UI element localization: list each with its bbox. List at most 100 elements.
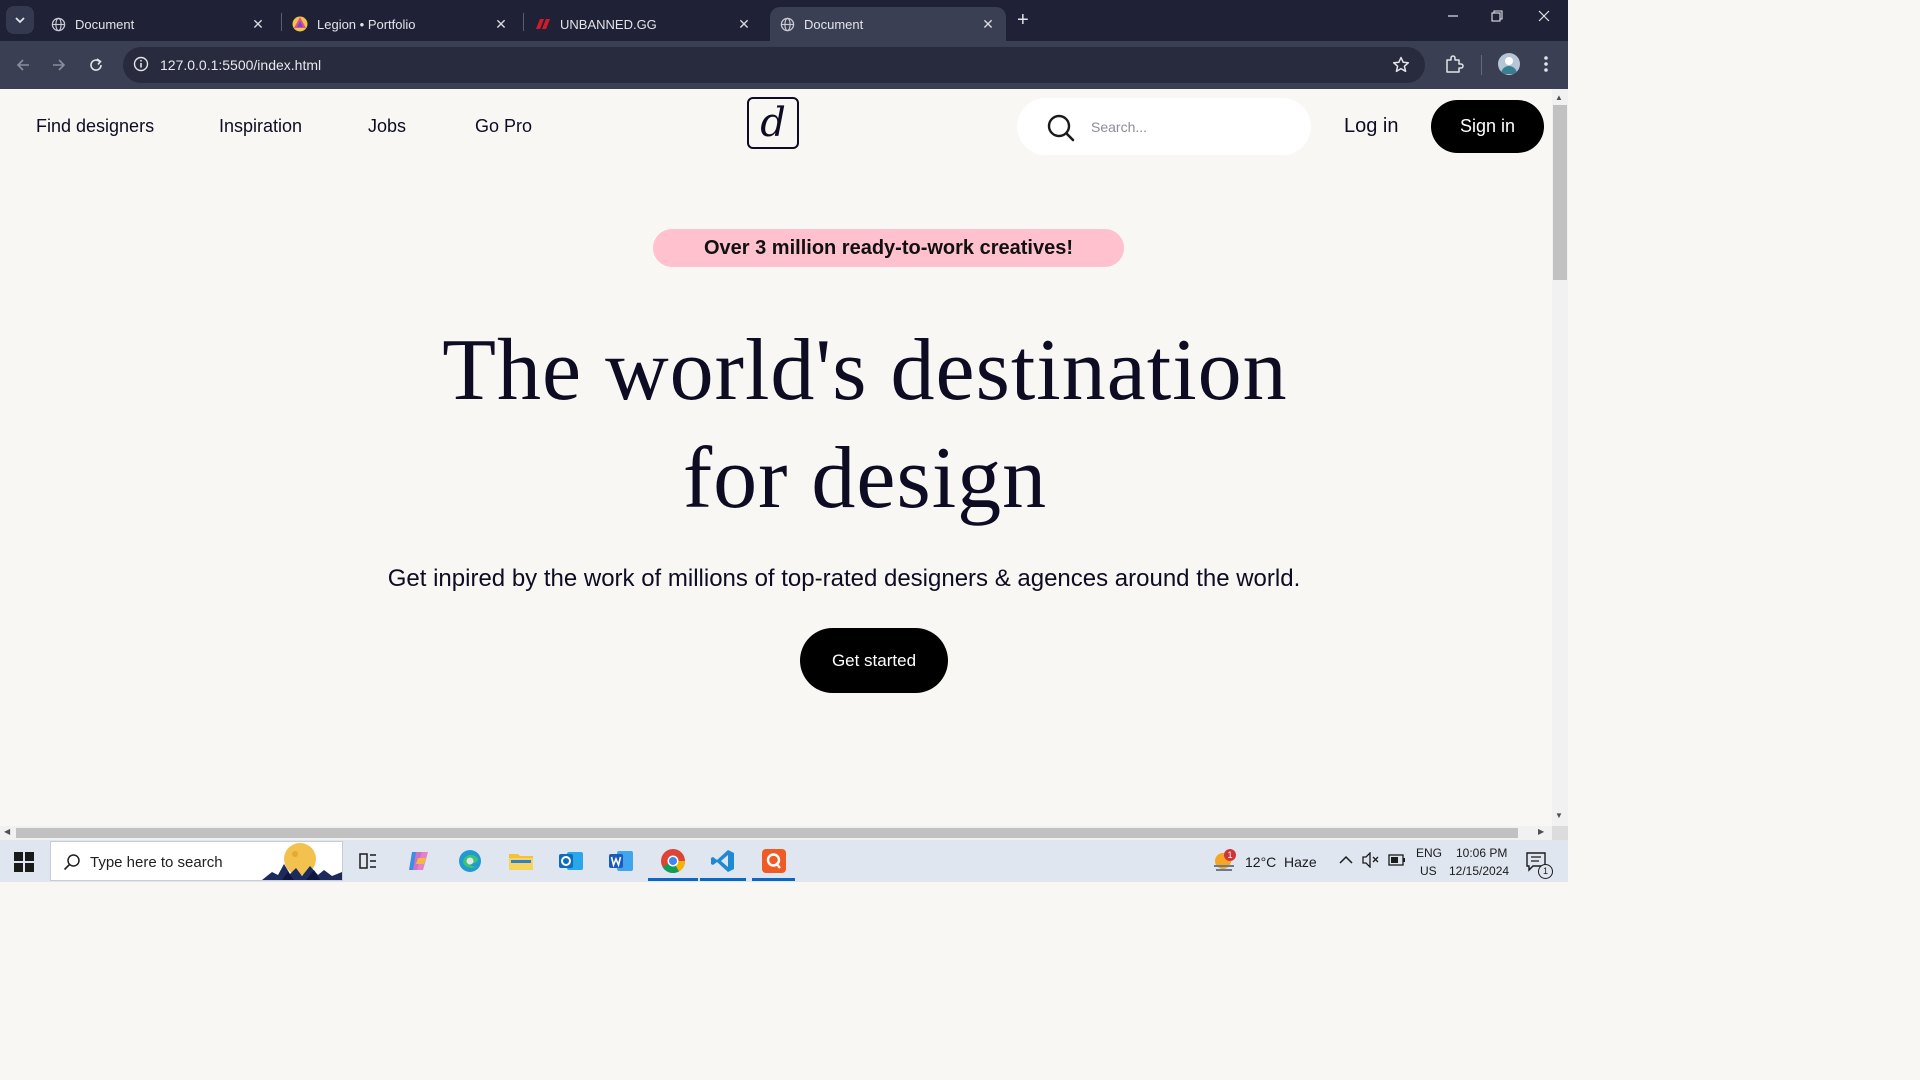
site-logo[interactable]: d [747, 97, 799, 149]
file-explorer-button[interactable] [508, 848, 534, 874]
nav-inspiration[interactable]: Inspiration [219, 116, 302, 137]
horizontal-scrollbar[interactable]: ◀ ▶ [0, 826, 1552, 840]
vertical-scroll-thumb[interactable] [1553, 105, 1567, 280]
hero-headline-line-1: The world's destination [442, 322, 1288, 419]
language-code[interactable]: ENG [1416, 846, 1442, 860]
scroll-down-arrow-icon[interactable]: ▼ [1555, 811, 1563, 820]
chrome-button[interactable] [660, 848, 686, 874]
login-link[interactable]: Log in [1344, 115, 1399, 138]
site-info-icon[interactable] [133, 56, 149, 72]
close-tab-icon[interactable]: ✕ [736, 16, 752, 32]
address-bar[interactable]: 127.0.0.1:5500/index.html [123, 47, 1425, 83]
clock-date[interactable]: 12/15/2024 [1449, 864, 1509, 878]
outlook-icon [559, 852, 583, 870]
close-tab-icon[interactable]: ✕ [980, 16, 996, 32]
notification-count-badge: 1 [1538, 864, 1553, 879]
close-window-button[interactable] [1532, 9, 1556, 27]
arrow-right-icon [53, 59, 66, 71]
back-button[interactable] [12, 54, 34, 76]
task-view-button[interactable] [355, 848, 381, 874]
search-highlight-illustration [262, 843, 342, 880]
tab-title: Document [804, 16, 864, 32]
q-app-icon [762, 849, 786, 873]
search-icon [1047, 114, 1075, 142]
restore-icon [1491, 10, 1503, 22]
bookmark-star-icon[interactable] [1391, 55, 1411, 75]
vscode-button[interactable] [710, 848, 736, 874]
chrome-active-indicator [648, 878, 698, 881]
scroll-left-arrow-icon[interactable]: ◀ [4, 827, 10, 836]
vertical-scrollbar[interactable]: ▲ ▼ [1552, 89, 1568, 826]
clock-time[interactable]: 10:06 PM [1456, 846, 1507, 860]
close-tab-icon[interactable]: ✕ [250, 16, 266, 32]
more-menu-icon[interactable] [1538, 53, 1554, 75]
unbanned-logo-icon [535, 16, 551, 32]
windows-taskbar: Type here to search 1 12°C Haze ENG US 1… [0, 840, 1568, 882]
weather-description[interactable]: Haze [1284, 854, 1317, 870]
search-input[interactable] [1089, 114, 1293, 140]
close-tab-icon[interactable]: ✕ [493, 16, 509, 32]
nav-go-pro[interactable]: Go Pro [475, 116, 532, 137]
scrollbar-corner [1552, 826, 1568, 840]
tab-separator [281, 13, 282, 31]
battery-icon[interactable] [1388, 854, 1406, 866]
site-search[interactable] [1017, 98, 1311, 155]
browser-toolbar: 127.0.0.1:5500/index.html [0, 41, 1568, 89]
weather-temperature[interactable]: 12°C [1245, 854, 1276, 870]
restore-button[interactable] [1485, 9, 1509, 27]
tab-document-active[interactable]: Document ✕ [770, 7, 1006, 41]
scroll-right-arrow-icon[interactable]: ▶ [1538, 827, 1544, 836]
vscode-active-indicator [700, 878, 746, 881]
globe-icon [50, 16, 66, 32]
get-started-button[interactable]: Get started [800, 628, 948, 693]
new-tab-button[interactable]: + [1017, 10, 1029, 30]
copilot-icon [409, 852, 428, 870]
weather-alert-badge: 1 [1224, 849, 1236, 861]
chevron-down-icon [15, 17, 25, 24]
tab-title: Document [75, 16, 135, 32]
signin-button[interactable]: Sign in [1431, 100, 1544, 153]
task-view-icon [359, 853, 376, 869]
edge-browser-button[interactable] [457, 848, 483, 874]
edge-icon [459, 850, 481, 872]
legion-logo-icon [292, 16, 308, 32]
speaker-muted-icon[interactable] [1362, 852, 1380, 868]
hero-headline: The world's destination for design [300, 317, 1430, 533]
windows-start-icon[interactable] [14, 852, 34, 872]
profile-avatar[interactable] [1498, 53, 1520, 75]
scroll-up-arrow-icon[interactable]: ▲ [1555, 93, 1563, 102]
nav-jobs[interactable]: Jobs [368, 116, 406, 137]
vscode-icon [711, 850, 734, 872]
tab-unbanned[interactable]: UNBANNED.GG ✕ [526, 7, 762, 41]
hero-headline-line-2: for design [682, 430, 1048, 527]
reload-icon [90, 58, 102, 71]
extensions-puzzle-icon[interactable] [1443, 53, 1465, 75]
word-button[interactable] [608, 848, 634, 874]
search-icon [63, 854, 80, 871]
tab-document-1[interactable]: Document ✕ [40, 7, 276, 41]
tab-search-button[interactable] [6, 6, 34, 34]
arrow-left-icon [16, 59, 29, 71]
keyboard-region[interactable]: US [1420, 864, 1437, 878]
taskbar-search-placeholder: Type here to search [90, 854, 223, 871]
webpage: Find designers Inspiration Jobs Go Pro d… [0, 89, 1552, 826]
word-icon [609, 851, 633, 871]
reload-button[interactable] [85, 54, 107, 76]
taskbar-search[interactable]: Type here to search [50, 841, 343, 881]
show-hidden-icons-chevron-up-icon[interactable] [1339, 854, 1353, 866]
tab-legion-portfolio[interactable]: Legion • Portfolio ✕ [283, 7, 519, 41]
chrome-icon [661, 849, 685, 874]
folder-icon [509, 854, 533, 870]
toolbar-divider [1481, 55, 1482, 75]
outlook-button[interactable] [558, 848, 584, 874]
horizontal-scroll-thumb[interactable] [16, 828, 1518, 838]
minimize-button[interactable] [1441, 9, 1465, 27]
creatives-badge: Over 3 million ready-to-work creatives! [653, 229, 1124, 267]
forward-button[interactable] [48, 54, 70, 76]
nav-find-designers[interactable]: Find designers [36, 116, 154, 137]
copilot-button[interactable] [406, 848, 432, 874]
tab-separator [523, 13, 524, 31]
url-text[interactable]: 127.0.0.1:5500/index.html [160, 57, 321, 73]
logo-letter: d [760, 100, 786, 146]
q-app-button[interactable] [761, 848, 787, 874]
